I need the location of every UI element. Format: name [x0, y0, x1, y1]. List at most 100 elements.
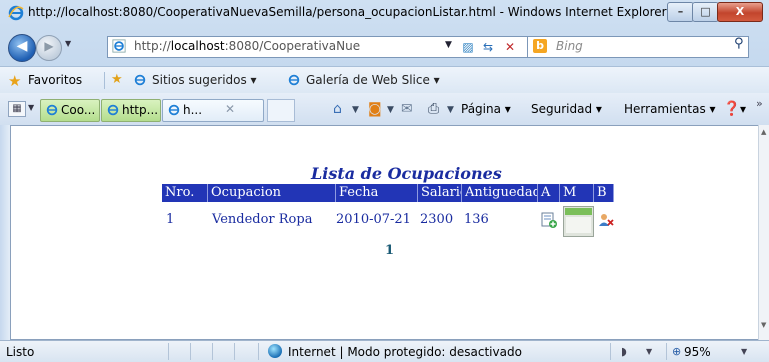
tab-label: http...: [122, 103, 159, 117]
window-border: [0, 125, 10, 340]
url-text[interactable]: http://localhost:8080/CooperativaNue: [134, 39, 360, 53]
close-icon: X: [735, 5, 745, 18]
popup-blocker-icon[interactable]: ◗: [621, 345, 627, 358]
search-box[interactable]: b Bing: [527, 36, 749, 58]
cell-ocupacion: Vendedor Ropa: [212, 212, 313, 227]
edit-record-icon[interactable]: [563, 206, 594, 237]
close-button[interactable]: X: [717, 2, 763, 22]
divider: [104, 72, 105, 89]
pagination-page-link[interactable]: 1: [385, 243, 394, 258]
scroll-up-icon[interactable]: ▲: [761, 128, 766, 136]
page-title: Lista de Ocupaciones: [311, 164, 502, 183]
divider: [258, 343, 259, 360]
cell-nro: 1: [166, 212, 175, 227]
address-row: ◀ ▶ ▼ http://localhost:8080/CooperativaN…: [0, 26, 769, 66]
page-menu[interactable]: Página ▾: [461, 102, 511, 116]
column-header-m: M: [560, 184, 594, 202]
compatibility-view-icon[interactable]: ▨: [460, 39, 476, 55]
divider: [212, 343, 213, 360]
column-header-salario: Salario: [418, 184, 462, 202]
minimize-button[interactable]: –: [667, 2, 694, 22]
tab-label: Coo...: [61, 103, 96, 117]
mail-icon[interactable]: ✉: [401, 101, 413, 117]
column-header-ocupacion: Ocupacion: [208, 184, 336, 202]
refresh-icon[interactable]: ⇆: [480, 39, 496, 55]
favorites-bar: ★ Favoritos ★ Sitios sugeridos ▾ Galería…: [0, 66, 769, 94]
ie-logo-icon: [107, 104, 119, 116]
security-zone-text[interactable]: Internet | Modo protegido: desactivado: [288, 345, 522, 359]
vertical-scrollbar[interactable]: ▲ ▼: [758, 125, 769, 340]
zoom-level[interactable]: 95%: [684, 345, 711, 359]
maximize-button[interactable]: □: [692, 2, 719, 22]
home-dropdown-icon[interactable]: ▼: [352, 105, 359, 115]
popup-dropdown-icon[interactable]: ▼: [646, 347, 652, 356]
divider: [666, 343, 667, 360]
divider: [190, 343, 191, 360]
print-icon[interactable]: ⎙: [428, 101, 439, 117]
home-icon[interactable]: ⌂: [333, 101, 342, 117]
address-dropdown-icon[interactable]: ▼: [445, 40, 452, 50]
bing-logo-icon: b: [533, 39, 547, 53]
forward-button[interactable]: ▶: [36, 35, 62, 61]
search-placeholder: Bing: [556, 39, 583, 53]
stop-icon[interactable]: ✕: [502, 39, 518, 55]
tab-2[interactable]: http...: [101, 99, 161, 122]
feeds-icon[interactable]: ◙: [368, 101, 382, 117]
add-to-favorites-bar-icon[interactable]: ★: [111, 72, 123, 87]
suggested-sites-link[interactable]: Sitios sugeridos ▾: [152, 73, 257, 87]
quick-tabs-icon[interactable]: ▦: [8, 101, 26, 117]
tab-label: h...: [183, 103, 203, 117]
tab-3-active[interactable]: h... ✕: [162, 99, 264, 122]
ie-page-icon: [288, 74, 300, 86]
add-record-icon[interactable]: [541, 212, 557, 228]
cell-salario: 2300: [420, 212, 454, 227]
help-dropdown[interactable]: ▾: [740, 102, 746, 116]
url-rest: :8080/CooperativaNue: [224, 39, 361, 53]
ie-logo-icon: [8, 5, 24, 21]
new-tab-button[interactable]: [267, 99, 295, 122]
security-menu[interactable]: Seguridad ▾: [531, 102, 602, 116]
title-bar: http://localhost:8080/CooperativaNuevaSe…: [0, 0, 769, 26]
minimize-icon: –: [677, 5, 684, 18]
help-icon[interactable]: ❓: [723, 101, 740, 117]
scroll-down-icon[interactable]: ▼: [761, 321, 766, 329]
ie-logo-icon: [168, 104, 180, 116]
favorites-button[interactable]: Favoritos: [28, 73, 82, 87]
zoom-icon[interactable]: ⊕: [672, 345, 681, 358]
column-header-a: A: [538, 184, 560, 202]
search-icon[interactable]: ⚲: [734, 36, 744, 51]
url-prefix: http://: [134, 39, 171, 53]
cell-antiguedad: 136: [464, 212, 489, 227]
column-header-nro: Nro.: [162, 184, 208, 202]
tab-1[interactable]: Coo...: [40, 99, 100, 122]
close-tab-icon[interactable]: ✕: [225, 102, 235, 116]
window-title: http://localhost:8080/CooperativaNuevaSe…: [28, 5, 667, 19]
delete-user-icon[interactable]: [598, 212, 614, 228]
feeds-dropdown-icon[interactable]: ▼: [387, 105, 394, 115]
tab-list-dropdown-icon[interactable]: ▼: [28, 103, 34, 112]
chevron-more-icon[interactable]: »: [756, 97, 763, 110]
recent-pages-dropdown-icon[interactable]: ▼: [65, 39, 71, 48]
back-button[interactable]: ◀: [8, 34, 36, 62]
column-header-fecha: Fecha: [336, 184, 418, 202]
divider: [610, 343, 611, 360]
web-slice-gallery-link[interactable]: Galería de Web Slice ▾: [306, 73, 440, 87]
internet-zone-globe-icon: [268, 344, 282, 358]
column-header-b: B: [594, 184, 614, 202]
ie-logo-icon: [46, 104, 58, 116]
back-arrow-icon: ◀: [16, 38, 28, 54]
status-text: Listo: [6, 345, 35, 359]
maximize-icon: □: [700, 5, 711, 18]
status-bar: Listo Internet | Modo protegido: desacti…: [0, 340, 769, 362]
zoom-dropdown-icon[interactable]: ▼: [741, 347, 747, 356]
tools-menu[interactable]: Herramientas ▾: [624, 102, 716, 116]
url-host: localhost: [170, 39, 225, 53]
page-content: Lista de Ocupaciones Nro. Ocupacion Fech…: [10, 125, 760, 340]
page-ie-icon: [112, 39, 126, 53]
ie-page-icon: [134, 74, 146, 86]
print-dropdown-icon[interactable]: ▼: [447, 105, 454, 115]
forward-arrow-icon: ▶: [44, 39, 54, 53]
favorites-star-icon[interactable]: ★: [8, 72, 21, 90]
browser-window: http://localhost:8080/CooperativaNuevaSe…: [0, 0, 769, 362]
address-bar[interactable]: http://localhost:8080/CooperativaNue ▼ ▨…: [107, 36, 528, 58]
